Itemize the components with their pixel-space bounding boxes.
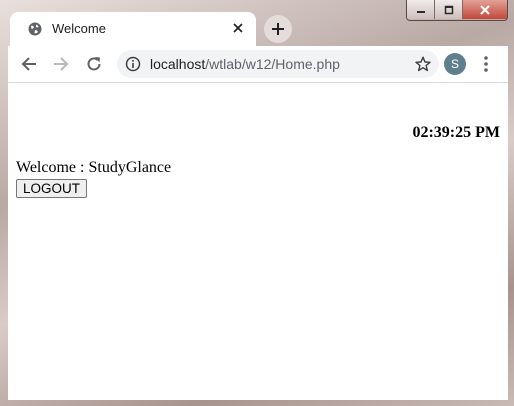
maximize-icon — [444, 5, 453, 14]
close-icon — [480, 4, 490, 15]
tab-close-button[interactable] — [230, 20, 246, 36]
new-tab-button[interactable] — [264, 15, 292, 43]
plus-icon — [272, 23, 284, 35]
username: StudyGlance — [88, 159, 172, 176]
clock-display: 02:39:25 PM — [412, 124, 500, 141]
window-close-button[interactable] — [463, 0, 507, 19]
welcome-label: Welcome : — [16, 159, 89, 176]
browser-window: Welcome localhost/wtlab/w12/Home.php S 0… — [0, 0, 514, 406]
window-controls — [406, 0, 508, 21]
address-bar[interactable]: localhost/wtlab/w12/Home.php — [117, 50, 439, 78]
globe-icon — [28, 22, 42, 36]
close-icon — [233, 23, 243, 33]
page-viewport: 02:39:25 PM Welcome : StudyGlance LOGOUT — [8, 83, 508, 400]
url-host: localhost — [150, 56, 206, 72]
info-icon[interactable] — [125, 56, 141, 72]
minimize-button[interactable] — [407, 0, 435, 19]
forward-button[interactable] — [52, 55, 70, 73]
url-path: /wtlab/w12/Home.php — [205, 56, 340, 72]
back-arrow-icon — [21, 57, 36, 71]
reload-button[interactable] — [85, 55, 103, 73]
bookmark-star-icon[interactable] — [415, 56, 431, 72]
logout-button[interactable]: LOGOUT — [16, 179, 88, 198]
browser-tab[interactable]: Welcome — [10, 12, 256, 46]
tab-title: Welcome — [52, 21, 106, 36]
welcome-message: Welcome : StudyGlance — [16, 159, 171, 177]
menu-kebab-icon[interactable] — [480, 55, 492, 73]
profile-avatar[interactable]: S — [444, 53, 466, 75]
browser-toolbar: localhost/wtlab/w12/Home.php S — [8, 46, 508, 83]
back-button[interactable] — [20, 55, 38, 73]
reload-icon — [87, 57, 101, 71]
minimize-icon — [416, 10, 425, 13]
forward-arrow-icon — [54, 57, 69, 71]
url-text[interactable]: localhost/wtlab/w12/Home.php — [150, 56, 340, 72]
maximize-button[interactable] — [435, 0, 463, 19]
